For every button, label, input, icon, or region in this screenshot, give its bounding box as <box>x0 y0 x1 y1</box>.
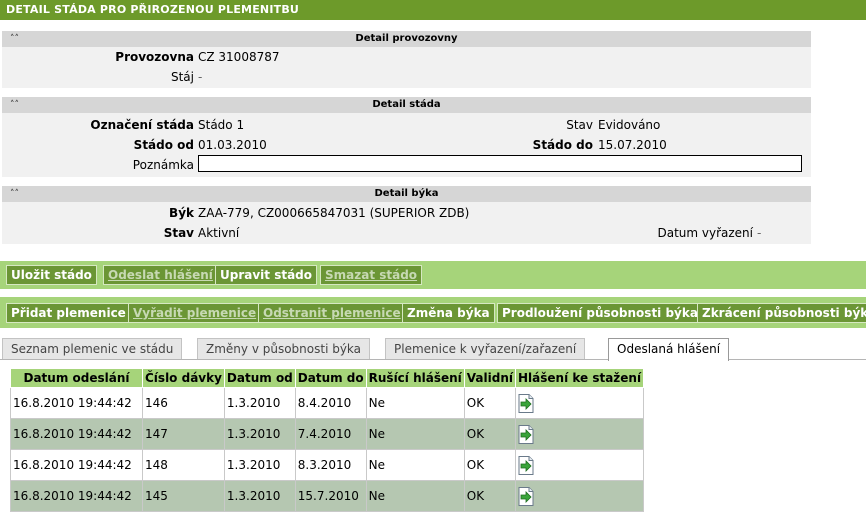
panel-byka: ˄˄ Detail býka Býk ZAA-779, CZ0006658470… <box>2 186 811 244</box>
col-datum-odeslani[interactable]: Datum odeslání <box>10 368 143 388</box>
datum-vyrazeni-label: Datum vyřazení <box>657 226 753 240</box>
panel-provozovny-header: ˄˄ Detail provozovny <box>2 31 811 47</box>
cell-cislo-davky: 148 <box>142 449 225 481</box>
upravit-stado-button[interactable]: Upravit stádo <box>215 265 318 285</box>
cell-datum-do: 7.4.2010 <box>294 418 367 450</box>
tab-odeslana-hlaseni[interactable]: Odeslaná hlášení <box>608 338 730 361</box>
cell-rusici-hlaseni: Ne <box>365 480 465 512</box>
cell-rusici-hlaseni: Ne <box>365 418 465 450</box>
panel-byka-header: ˄˄ Detail býka <box>2 186 811 202</box>
col-rusici-hlaseni[interactable]: Rušící hlášení <box>365 368 465 388</box>
collapse-icon[interactable]: ˄˄ <box>10 98 19 112</box>
panel-stada-header: ˄˄ Detail stáda <box>2 97 811 113</box>
col-datum-do[interactable]: Datum do <box>294 368 367 388</box>
table-row: 16.8.2010 19:44:42 146 1.3.2010 8.4.2010… <box>10 387 645 419</box>
tab-divider <box>0 359 866 360</box>
cell-datum-do: 8.4.2010 <box>294 387 367 419</box>
cell-download <box>514 449 645 481</box>
cell-validni: OK <box>463 387 516 419</box>
cell-rusici-hlaseni: Ne <box>365 449 465 481</box>
hlaseni-table: Datum odeslání Číslo dávky Datum od Datu… <box>10 368 645 512</box>
detail-tabs: Seznam plemenic ve stádu Změny v působno… <box>0 338 866 361</box>
staj-label: Stáj <box>170 70 194 84</box>
zmena-byka-button[interactable]: Změna býka <box>402 303 495 323</box>
stado-do-value: 15.07.2010 <box>598 138 667 152</box>
stav-byka-label: Stav <box>163 226 194 240</box>
poznamka-label: Poznámka <box>132 158 194 172</box>
cell-download <box>514 480 645 512</box>
odeslat-hlaseni-button[interactable]: Odeslat hlášení <box>103 265 218 285</box>
table-row: 16.8.2010 19:44:42 145 1.3.2010 15.7.201… <box>10 480 645 512</box>
smazat-stado-button[interactable]: Smazat stádo <box>320 265 423 285</box>
poznamka-input[interactable] <box>198 155 802 172</box>
ulozit-stado-button[interactable]: Uložit stádo <box>6 265 97 285</box>
cell-datum-od: 1.3.2010 <box>223 387 296 419</box>
byk-value: ZAA-779, CZ000665847031 (SUPERIOR ZDB) <box>198 206 470 220</box>
cell-validni: OK <box>463 418 516 450</box>
provozovna-label: Provozovna <box>115 50 194 64</box>
panel-provozovny-title: Detail provozovny <box>355 33 458 44</box>
col-cislo-davky[interactable]: Číslo dávky <box>142 368 225 388</box>
odstranit-plemenice-button[interactable]: Odstranit plemenice <box>258 303 406 323</box>
cell-datum-odeslani: 16.8.2010 19:44:42 <box>10 480 143 512</box>
staj-value: - <box>198 70 203 84</box>
document-download-icon[interactable] <box>518 486 534 506</box>
document-download-icon[interactable] <box>518 424 534 444</box>
panel-provozovny: ˄˄ Detail provozovny Provozovna CZ 31008… <box>2 31 811 88</box>
prodlouzeni-pusobnosti-button[interactable]: Prodloužení působnosti býka <box>497 303 703 323</box>
col-validni[interactable]: Validní <box>463 368 516 388</box>
cell-datum-od: 1.3.2010 <box>223 480 296 512</box>
cell-datum-od: 1.3.2010 <box>223 418 296 450</box>
cell-datum-do: 15.7.2010 <box>294 480 367 512</box>
table-row: 16.8.2010 19:44:42 148 1.3.2010 8.3.2010… <box>10 449 645 481</box>
cell-datum-od: 1.3.2010 <box>223 449 296 481</box>
cell-datum-odeslani: 16.8.2010 19:44:42 <box>10 387 143 419</box>
page-title-text: Detail stáda pro přirozenou plemenitbu <box>6 3 300 16</box>
collapse-icon[interactable]: ˄˄ <box>10 187 19 201</box>
pridat-plemenice-button[interactable]: Přidat plemenice <box>6 303 131 323</box>
oznaceni-stada-value: Stádo 1 <box>198 118 245 132</box>
tab-zmeny-pusobnosti[interactable]: Změny v působnosti býka <box>197 338 371 359</box>
col-datum-od[interactable]: Datum od <box>223 368 296 388</box>
stado-od-value: 01.03.2010 <box>198 138 267 152</box>
panel-stada-title: Detail stáda <box>372 99 441 110</box>
panel-byka-title: Detail býka <box>374 188 439 199</box>
stado-od-label: Stádo od <box>133 138 194 152</box>
cell-validni: OK <box>463 480 516 512</box>
cell-cislo-davky: 146 <box>142 387 225 419</box>
cell-cislo-davky: 145 <box>142 480 225 512</box>
collapse-icon[interactable]: ˄˄ <box>10 32 19 46</box>
document-download-icon[interactable] <box>518 393 534 413</box>
provozovna-value: CZ 31008787 <box>198 50 280 64</box>
cell-datum-odeslani: 16.8.2010 19:44:42 <box>10 449 143 481</box>
table-row: 16.8.2010 19:44:42 147 1.3.2010 7.4.2010… <box>10 418 645 450</box>
stado-toolbar: Uložit stádo Odeslat hlášení Upravit stá… <box>0 261 866 289</box>
cell-validni: OK <box>463 449 516 481</box>
stav-byka-value: Aktivní <box>198 226 240 240</box>
tab-seznam-plemenic[interactable]: Seznam plemenic ve stádu <box>2 338 183 359</box>
byk-label: Býk <box>169 206 194 220</box>
cell-download <box>514 387 645 419</box>
tab-plemenice-vyrazeni[interactable]: Plemenice k vyřazení/zařazení <box>385 338 586 359</box>
vyradit-plemenice-button[interactable]: Vyřadit plemenice <box>128 303 262 323</box>
datum-vyrazeni-value: - <box>757 226 762 240</box>
panel-stada: ˄˄ Detail stáda Označení stáda Stádo 1 S… <box>2 97 811 177</box>
oznaceni-stada-label: Označení stáda <box>90 118 194 132</box>
col-hlaseni-ke-stazeni[interactable]: Hlášení ke stažení <box>514 368 645 388</box>
cell-download <box>514 418 645 450</box>
cell-datum-do: 8.3.2010 <box>294 449 367 481</box>
stado-do-label: Stádo do <box>532 138 593 152</box>
stav-stada-value: Evidováno <box>598 118 661 132</box>
cell-rusici-hlaseni: Ne <box>365 387 465 419</box>
table-header-row: Datum odeslání Číslo dávky Datum od Datu… <box>10 368 645 388</box>
document-download-icon[interactable] <box>518 455 534 475</box>
cell-datum-odeslani: 16.8.2010 19:44:42 <box>10 418 143 450</box>
stav-stada-label: Stav <box>566 118 593 132</box>
cell-cislo-davky: 147 <box>142 418 225 450</box>
plemenice-toolbar: Přidat plemenice Vyřadit plemenice Odstr… <box>0 297 866 328</box>
zkraceni-pusobnosti-button[interactable]: Zkrácení působnosti býka <box>697 303 866 323</box>
page-title: Detail stáda pro přirozenou plemenitbu <box>0 0 866 20</box>
